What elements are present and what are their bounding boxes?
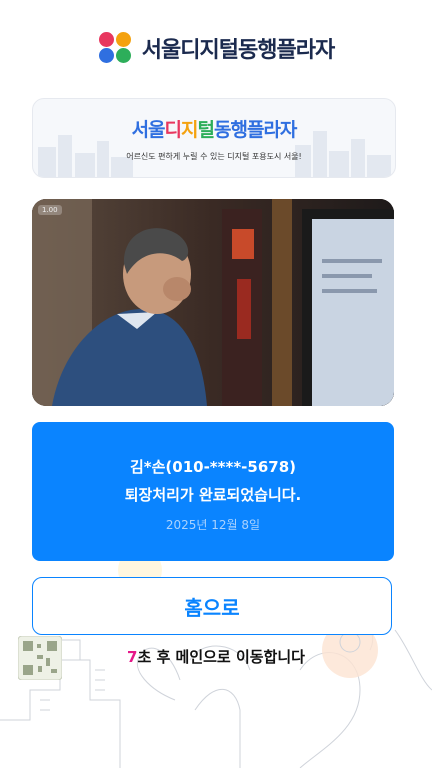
video-frame bbox=[32, 199, 394, 406]
logo-text: 서울디지털동행플라자 bbox=[141, 38, 335, 63]
promo-video[interactable]: 1.00 bbox=[32, 199, 394, 406]
user-info: 김*손(010-****-5678) bbox=[129, 458, 297, 476]
promo-banner: 서울디지털동행플라자 어르신도 편하게 누릴 수 있는 디지털 포용도시 서울! bbox=[32, 98, 396, 178]
app-logo: 서울디지털동행플라자 bbox=[0, 28, 432, 68]
countdown-seconds: 7 bbox=[127, 648, 138, 666]
countdown-text: 초 후 메인으로 이동합니다 bbox=[137, 648, 305, 666]
home-button[interactable]: 홈으로 bbox=[32, 577, 392, 635]
playback-speed-badge: 1.00 bbox=[38, 205, 62, 215]
logo-mark-icon bbox=[98, 30, 134, 66]
banner-subtitle: 어르신도 편하게 누릴 수 있는 디지털 포용도시 서울! bbox=[126, 152, 302, 161]
result-message: 퇴장처리가 완료되었습니다. bbox=[124, 486, 302, 504]
redirect-countdown: 7초 후 메인으로 이동합니다 bbox=[0, 646, 432, 667]
checkout-result-card: 김*손(010-****-5678) 퇴장처리가 완료되었습니다. 2025년 … bbox=[32, 422, 394, 561]
banner-title: 서울디지털동행플라자 bbox=[131, 119, 298, 141]
result-date: 2025년 12월 8일 bbox=[165, 518, 261, 532]
